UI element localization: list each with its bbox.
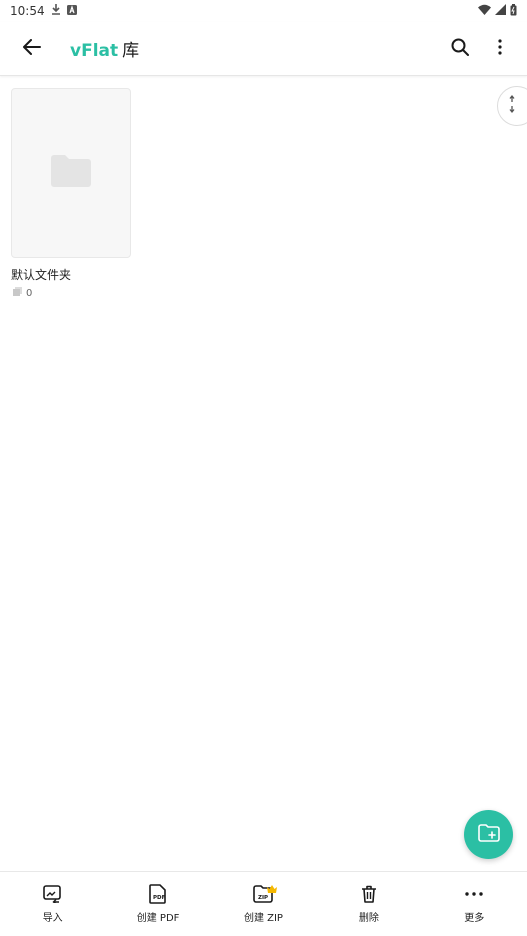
folder-count: 0 xyxy=(11,287,131,299)
delete-button[interactable]: 删除 xyxy=(324,882,414,924)
zip-icon: ZIP xyxy=(253,882,278,906)
wifi-icon xyxy=(478,4,491,18)
title-suffix: 库 xyxy=(122,41,140,61)
import-icon xyxy=(42,882,63,906)
more-button[interactable]: 更多 xyxy=(429,882,519,924)
app-notification-icon xyxy=(66,4,77,18)
folder-card[interactable]: 默认文件夹 0 xyxy=(11,88,131,299)
folder-icon xyxy=(51,155,91,191)
more-horizontal-icon xyxy=(465,882,483,906)
import-label: 导入 xyxy=(42,913,63,924)
pdf-icon: PDF xyxy=(149,882,167,906)
search-icon xyxy=(451,38,469,60)
trash-icon xyxy=(361,882,377,906)
status-bar: 10:54 xyxy=(0,0,527,22)
pages-icon xyxy=(13,287,22,299)
folder-thumbnail[interactable] xyxy=(11,88,131,258)
page-title: vFlat 库 xyxy=(70,36,139,61)
create-pdf-button[interactable]: PDF 创建 PDF xyxy=(113,882,203,924)
search-button[interactable] xyxy=(445,34,475,64)
create-pdf-label: 创建 PDF xyxy=(136,913,180,924)
status-time: 10:54 xyxy=(10,4,45,18)
overflow-menu-button[interactable] xyxy=(485,34,515,64)
more-label: 更多 xyxy=(464,913,485,924)
top-actions xyxy=(445,34,515,64)
new-folder-fab[interactable] xyxy=(464,810,513,859)
sort-toggle-button[interactable] xyxy=(497,86,527,126)
download-icon xyxy=(51,4,61,18)
signal-icon xyxy=(495,4,506,18)
delete-label: 删除 xyxy=(358,913,379,924)
status-right xyxy=(478,3,517,19)
arrow-left-icon xyxy=(23,38,41,59)
svg-text:PDF: PDF xyxy=(153,895,166,901)
bottom-toolbar: 导入 PDF 创建 PDF ZIP 创建 ZIP 删除 更多 xyxy=(0,871,527,936)
status-left: 10:54 xyxy=(10,4,77,18)
crown-icon xyxy=(267,878,278,897)
battery-icon xyxy=(510,3,517,19)
import-button[interactable]: 导入 xyxy=(8,882,98,924)
sort-arrows-icon xyxy=(508,94,516,118)
more-vertical-icon xyxy=(498,38,502,59)
create-zip-label: 创建 ZIP xyxy=(243,913,283,924)
create-zip-button[interactable]: ZIP 创建 ZIP xyxy=(218,882,308,924)
library-content: 默认文件夹 0 xyxy=(0,78,527,870)
folder-add-icon xyxy=(477,823,500,846)
folder-count-value: 0 xyxy=(26,287,33,299)
brand-name: vFlat xyxy=(70,41,119,61)
back-button[interactable] xyxy=(14,31,50,67)
folder-name: 默认文件夹 xyxy=(11,268,72,282)
top-app-bar: vFlat 库 xyxy=(0,22,527,76)
